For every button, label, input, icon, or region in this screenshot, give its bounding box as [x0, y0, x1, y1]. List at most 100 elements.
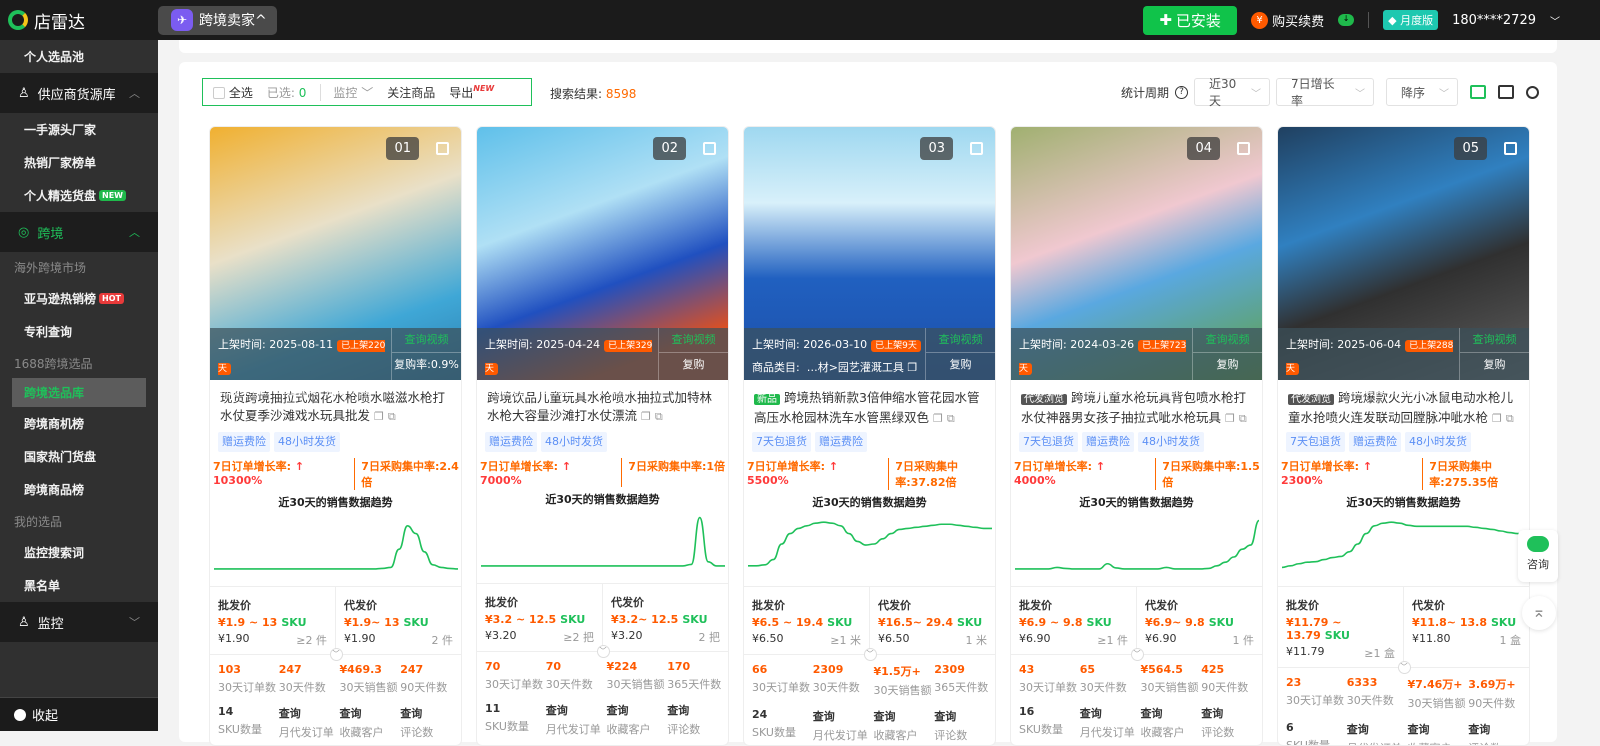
sidebar-item[interactable]: 个人精选货盘 NEW [0, 179, 158, 212]
sku-link[interactable]: SKU [827, 616, 852, 629]
sidebar-item[interactable]: 跨境商品榜 [0, 473, 158, 506]
product-image[interactable]: 03 上架时间: 2026-03-10 已上架9天 商品类目: …材>园艺灌溉工具… [744, 127, 995, 395]
settings-icon[interactable] [1526, 85, 1539, 99]
list-view-icon[interactable] [1498, 85, 1514, 99]
copy-icon[interactable]: ❐ [640, 384, 650, 397]
sort-order-select[interactable]: 降序 ﹀ [1386, 78, 1458, 106]
query-video-link[interactable]: 查询视频 [659, 328, 728, 353]
cloud-download-icon[interactable]: ↓ [1338, 14, 1355, 26]
stat-item[interactable]: 查询收藏客户 [1408, 721, 1469, 745]
collapse-sidebar-button[interactable]: 收起 [0, 697, 158, 731]
buy-renew-link[interactable]: ¥ 购买续费 [1251, 11, 1324, 30]
sidebar-item[interactable]: 黑名单 [0, 569, 158, 602]
sidebar-group-supplier[interactable]: ♙ 供应商货源库 ︿ [0, 73, 158, 113]
expand-chevron-icon[interactable]: ﹀ [596, 645, 610, 658]
product-image[interactable]: 01 上架时间: 2025-08-11 已上架220天 商品类目: …统玩具>戏水… [210, 127, 461, 397]
product-card[interactable]: 02 上架时间: 2025-04-24 已上架329天 商品类目: …统玩具>戏水… [476, 126, 729, 746]
sidebar-item[interactable]: 专利查询 [0, 315, 158, 348]
monitor-dropdown[interactable]: 监控 ﹀ [320, 83, 373, 101]
image-search-icon[interactable]: ⧉ [655, 410, 663, 423]
sidebar-item[interactable]: 监控搜索词 [0, 536, 158, 569]
follow-products-button[interactable]: 关注商品 [387, 84, 435, 101]
sku-link[interactable]: SKU [404, 616, 429, 629]
expand-chevron-icon[interactable]: ﹀ [1397, 661, 1411, 674]
copy-icon[interactable]: ❐ [1225, 412, 1235, 425]
copy-icon[interactable]: ❐ [1492, 412, 1502, 425]
copy-icon[interactable]: ❐ [1174, 384, 1184, 397]
query-video-link[interactable]: 查询视频 [1193, 328, 1262, 353]
copy-icon[interactable]: ❐ [374, 410, 384, 423]
image-search-icon[interactable]: ⧉ [1506, 412, 1514, 425]
stat-item[interactable]: 查询月代发订单 [813, 708, 874, 743]
sku-link[interactable]: SKU [1209, 616, 1234, 629]
product-card[interactable]: 03 上架时间: 2026-03-10 已上架9天 商品类目: …材>园艺灌溉工具… [743, 126, 996, 746]
copy-icon[interactable]: ❐ [1441, 384, 1451, 397]
scrollbar[interactable] [1590, 40, 1600, 731]
product-card[interactable]: 04 上架时间: 2024-03-26 已上架723天 商品类目: …统玩具>戏水… [1010, 126, 1263, 746]
select-checkbox[interactable] [703, 142, 716, 155]
sidebar-group-monitor[interactable]: ♙ 监控 ﹀ [0, 602, 158, 642]
product-card[interactable]: 05 上架时间: 2025-06-04 已上架288天 商品类目: …统玩具>戏水… [1277, 126, 1530, 746]
sidebar-item[interactable]: 国家热门货盘 [0, 440, 158, 473]
select-checkbox[interactable] [970, 142, 983, 155]
query-video-link[interactable]: 查询视频 [1460, 328, 1529, 353]
copy-icon[interactable]: ❐ [933, 412, 943, 425]
stat-item[interactable]: 查询评论数 [400, 705, 461, 740]
sku-link[interactable]: SKU [682, 613, 707, 626]
image-view-icon[interactable] [1470, 85, 1486, 99]
expand-chevron-icon[interactable]: ﹀ [863, 648, 877, 661]
consult-button[interactable]: 咨询 [1518, 530, 1558, 582]
product-card[interactable]: 01 上架时间: 2025-08-11 已上架220天 商品类目: …统玩具>戏水… [209, 126, 462, 746]
stat-item[interactable]: 查询评论数 [667, 702, 728, 737]
select-checkbox[interactable] [1237, 142, 1250, 155]
product-image[interactable]: 05 上架时间: 2025-06-04 已上架288天 商品类目: …统玩具>戏水… [1278, 127, 1529, 397]
period-select[interactable]: 近30天 ﹀ [1194, 77, 1270, 108]
select-checkbox[interactable] [436, 142, 449, 155]
product-image[interactable]: 02 上架时间: 2025-04-24 已上架329天 商品类目: …统玩具>戏水… [477, 127, 728, 397]
stat-item[interactable]: 查询收藏客户 [340, 705, 401, 740]
sidebar-item[interactable]: 亚马逊热销榜 HOT [0, 282, 158, 315]
user-account[interactable]: 180****2729 [1452, 13, 1536, 28]
chevron-down-icon[interactable]: ﹀ [1550, 13, 1560, 28]
stat-item[interactable]: 查询月代发订单 [1347, 721, 1408, 745]
expand-chevron-icon[interactable]: ﹀ [329, 648, 343, 661]
sidebar-item[interactable]: 热销厂家榜单 [0, 146, 158, 179]
sidebar-item[interactable]: 一手源头厂家 [0, 113, 158, 146]
query-video-link[interactable]: 查询视频 [392, 328, 461, 353]
image-search-icon[interactable]: ⧉ [1239, 412, 1247, 425]
image-search-icon[interactable]: ⧉ [388, 410, 396, 423]
query-video-link[interactable]: 查询视频 [926, 328, 995, 353]
sku-link[interactable]: SKU [560, 613, 585, 626]
sidebar-item-personal-pool[interactable]: 个人选品池 [0, 40, 158, 73]
sku-link[interactable]: SKU [1325, 629, 1350, 642]
copy-icon[interactable]: ❐ [641, 410, 651, 423]
stat-item[interactable]: 查询评论数 [1201, 705, 1262, 740]
sku-link[interactable]: SKU [281, 616, 306, 629]
help-icon[interactable]: ? [1175, 85, 1188, 99]
expand-chevron-icon[interactable]: ﹀ [1130, 648, 1144, 661]
stat-item[interactable]: 查询月代发订单 [279, 705, 340, 740]
sku-link[interactable]: SKU [1491, 616, 1516, 629]
stat-item[interactable]: 查询月代发订单 [1080, 705, 1141, 740]
app-logo[interactable]: 店雷达 [8, 8, 158, 33]
stat-item[interactable]: 查询收藏客户 [874, 708, 935, 743]
stat-item[interactable]: 查询收藏客户 [607, 702, 668, 737]
product-image[interactable]: 04 上架时间: 2024-03-26 已上架723天 商品类目: …统玩具>戏水… [1011, 127, 1262, 397]
export-button[interactable]: 导出NEW [449, 84, 494, 101]
copy-icon[interactable]: ❐ [373, 384, 383, 397]
back-to-top-button[interactable]: ⌅ [1522, 596, 1556, 630]
image-search-icon[interactable]: ⧉ [947, 412, 955, 425]
sidebar-item[interactable]: 跨境商机榜 [0, 407, 158, 440]
seller-switch[interactable]: ✈ 跨境卖家^ [158, 5, 277, 35]
sort-field-select[interactable]: 7日增长率 ﹀ [1276, 77, 1374, 108]
stat-item[interactable]: 查询收藏客户 [1141, 705, 1202, 740]
sku-link[interactable]: SKU [957, 616, 982, 629]
select-all-checkbox[interactable]: 全选 [213, 84, 253, 101]
sku-link[interactable]: SKU [1087, 616, 1112, 629]
installed-button[interactable]: ✚ 已安装 [1143, 5, 1238, 35]
stat-item[interactable]: 查询评论数 [1468, 721, 1529, 745]
sidebar-item-active[interactable]: 跨境选品库 [12, 378, 146, 407]
select-checkbox[interactable] [1504, 142, 1517, 155]
copy-icon[interactable]: ❐ [907, 361, 917, 374]
stat-item[interactable]: 查询月代发订单 [546, 702, 607, 737]
